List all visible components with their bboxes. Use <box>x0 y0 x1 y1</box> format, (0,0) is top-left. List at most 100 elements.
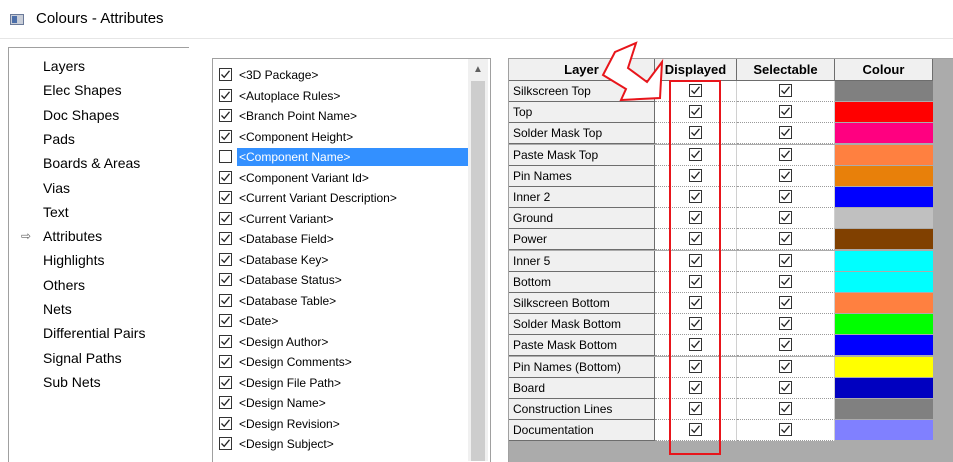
colour-swatch[interactable] <box>835 81 933 102</box>
layer-row-header[interactable]: Pin Names <box>509 165 655 187</box>
attribute-checkbox[interactable] <box>219 68 232 81</box>
attribute-checkbox[interactable] <box>219 396 232 409</box>
attribute-item[interactable]: <Database Table> <box>217 291 469 311</box>
attribute-item[interactable]: <Component Name> <box>217 147 469 167</box>
attribute-checkbox[interactable] <box>219 129 232 143</box>
tree-item[interactable]: Attributes <box>43 226 102 246</box>
attribute-checkbox[interactable] <box>219 293 232 307</box>
selectable-checkbox[interactable] <box>779 253 792 267</box>
selectable-checkbox[interactable] <box>779 423 792 437</box>
tree-item[interactable]: Sub Nets <box>43 372 101 392</box>
colour-swatch[interactable] <box>835 356 933 378</box>
selectable-checkbox[interactable] <box>779 168 792 182</box>
colour-swatch[interactable] <box>835 399 933 420</box>
selectable-checkbox[interactable] <box>779 402 792 415</box>
selectable-checkbox[interactable] <box>779 232 792 246</box>
tree-item[interactable]: Elec Shapes <box>43 80 122 100</box>
attribute-item[interactable]: <Date> <box>217 311 469 331</box>
colour-swatch[interactable] <box>835 208 933 230</box>
tree-item[interactable]: Boards & Areas <box>43 153 140 173</box>
layer-row-header[interactable]: Bottom <box>509 271 655 293</box>
attribute-item[interactable]: <3D Package> <box>217 65 469 85</box>
tree-item[interactable]: Pads <box>43 129 75 149</box>
attribute-checkbox[interactable] <box>219 314 232 327</box>
attribute-item[interactable]: <Autoplace Rules> <box>217 86 469 106</box>
selectable-checkbox[interactable] <box>779 211 792 225</box>
layer-row-header[interactable]: Top <box>509 102 655 124</box>
attribute-item[interactable]: <Design Author> <box>217 332 469 352</box>
attribute-item[interactable]: <Design Revision> <box>217 414 469 434</box>
tree-item[interactable]: Doc Shapes <box>43 105 119 125</box>
colour-swatch[interactable] <box>835 377 933 399</box>
colour-swatch[interactable] <box>835 271 933 293</box>
attribute-item[interactable]: <Branch Point Name> <box>217 106 469 126</box>
layer-row-header[interactable]: Power <box>509 229 655 251</box>
attribute-checkbox[interactable] <box>219 170 232 184</box>
colour-swatch[interactable] <box>835 229 933 251</box>
colour-swatch[interactable] <box>835 293 933 314</box>
tree-item[interactable]: Signal Paths <box>43 348 122 368</box>
layer-row-header[interactable]: Solder Mask Top <box>509 123 655 145</box>
layer-row-header[interactable]: Documentation <box>509 420 655 442</box>
selectable-checkbox[interactable] <box>779 359 792 373</box>
attribute-checkbox[interactable] <box>219 191 232 204</box>
layer-row-header[interactable]: Ground <box>509 208 655 230</box>
layer-row-header[interactable]: Inner 5 <box>509 250 655 272</box>
column-header-selectable[interactable]: Selectable <box>737 59 835 81</box>
selectable-checkbox[interactable] <box>779 296 792 309</box>
colour-swatch[interactable] <box>835 165 933 187</box>
attribute-item[interactable]: <Design File Path> <box>217 373 469 393</box>
attribute-checkbox[interactable] <box>219 375 232 389</box>
column-header-colour[interactable]: Colour <box>835 59 933 81</box>
attribute-item[interactable]: <Design Comments> <box>217 352 469 372</box>
layer-row-header[interactable]: Construction Lines <box>509 399 655 420</box>
selectable-checkbox[interactable] <box>779 105 792 119</box>
colour-swatch[interactable] <box>835 420 933 442</box>
attribute-item[interactable]: <Current Variant> <box>217 209 469 229</box>
tree-item[interactable]: Layers <box>43 56 85 76</box>
column-header-layer[interactable]: Layer <box>509 59 655 81</box>
attribute-list-scrollbar[interactable]: ▲ <box>468 59 488 461</box>
attribute-item[interactable]: <Component Variant Id> <box>217 168 469 188</box>
scrollbar-thumb[interactable] <box>471 81 485 461</box>
attribute-item[interactable]: <Design Name> <box>217 393 469 413</box>
attribute-item[interactable]: <Current Variant Description> <box>217 188 469 208</box>
attribute-checkbox[interactable] <box>219 150 232 163</box>
attribute-item[interactable]: <Design Subject> <box>217 434 469 454</box>
attribute-checkbox[interactable] <box>219 416 232 430</box>
attribute-checkbox[interactable] <box>219 273 232 286</box>
layer-row-header[interactable]: Solder Mask Bottom <box>509 314 655 336</box>
column-header-displayed[interactable]: Displayed <box>655 59 737 81</box>
attribute-item[interactable]: <Database Field> <box>217 229 469 249</box>
tree-item[interactable]: Highlights <box>43 250 104 270</box>
attribute-checkbox[interactable] <box>219 252 232 266</box>
layer-row-header[interactable]: Silkscreen Bottom <box>509 293 655 314</box>
selectable-checkbox[interactable] <box>779 84 792 97</box>
tree-item[interactable]: Differential Pairs <box>43 323 145 343</box>
selectable-checkbox[interactable] <box>779 147 792 161</box>
attribute-checkbox[interactable] <box>219 334 232 348</box>
colour-swatch[interactable] <box>835 123 933 145</box>
attribute-checkbox[interactable] <box>219 232 232 245</box>
selectable-checkbox[interactable] <box>779 274 792 288</box>
colour-swatch[interactable] <box>835 250 933 272</box>
colour-swatch[interactable] <box>835 335 933 357</box>
selectable-checkbox[interactable] <box>779 317 792 331</box>
attribute-item[interactable]: <Database Status> <box>217 270 469 290</box>
attribute-checkbox[interactable] <box>219 355 232 368</box>
layer-row-header[interactable]: Paste Mask Top <box>509 144 655 166</box>
colour-swatch[interactable] <box>835 187 933 208</box>
attribute-checkbox[interactable] <box>219 88 232 102</box>
layer-row-header[interactable]: Board <box>509 377 655 399</box>
selectable-checkbox[interactable] <box>779 338 792 352</box>
layer-row-header[interactable]: Inner 2 <box>509 187 655 208</box>
scroll-up-icon[interactable]: ▲ <box>468 59 488 81</box>
attribute-checkbox[interactable] <box>219 211 232 225</box>
layer-row-header[interactable]: Silkscreen Top <box>509 81 655 102</box>
tree-item[interactable]: Others <box>43 275 85 295</box>
selectable-checkbox[interactable] <box>779 380 792 394</box>
tree-item[interactable]: Text <box>43 202 69 222</box>
tree-item[interactable]: Nets <box>43 299 72 319</box>
colour-swatch[interactable] <box>835 144 933 166</box>
tree-item[interactable]: Vias <box>43 178 70 198</box>
